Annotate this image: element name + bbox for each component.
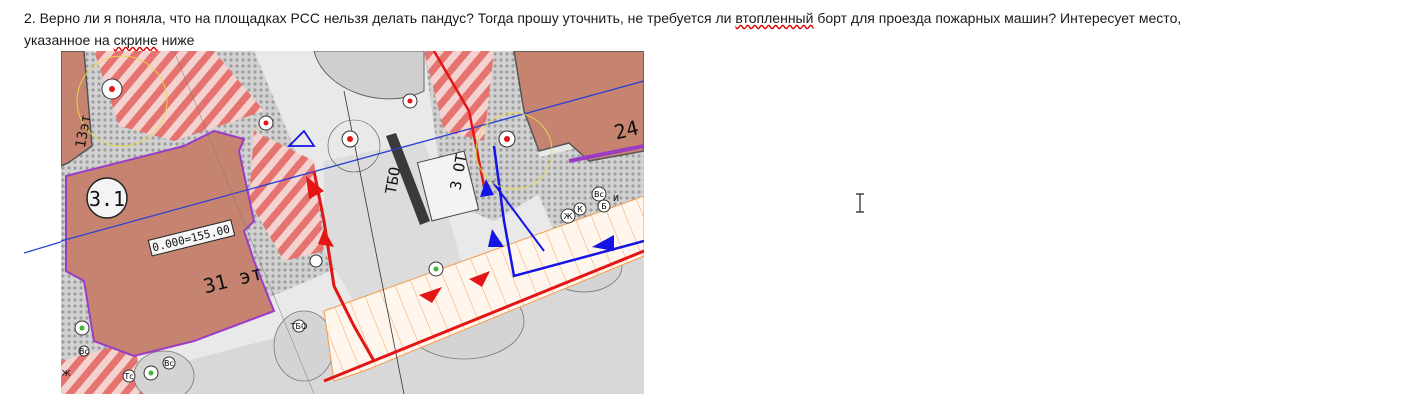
svg-text:Б: Б	[601, 202, 607, 211]
svg-text:Тс: Тс	[123, 372, 133, 381]
svg-text:Ж: Ж	[564, 212, 573, 221]
question-text-middle: борт для проезда пожарных машин? Интерес…	[813, 10, 1182, 26]
site-plan-screenshot: Вс Ж Б К Вс Тс ТБО Вс Ж И 3.1 0.000=155.…	[24, 51, 644, 394]
svg-text:И: И	[613, 194, 619, 203]
svg-text:3.1: 3.1	[89, 187, 125, 211]
blue-axis-line-outside	[24, 240, 65, 254]
svg-text:Вс: Вс	[594, 190, 604, 199]
misspelled-word[interactable]: втопленный	[735, 10, 813, 26]
question-text: 2. Верно ли я поняла, что на площадках Р…	[24, 7, 1384, 51]
svg-text:ТБО: ТБО	[290, 322, 308, 331]
text-cursor-icon	[856, 193, 864, 213]
question-text-line2-start: указанное на	[24, 32, 114, 48]
svg-text:Вс: Вс	[164, 359, 174, 368]
question-text-line2-end: ниже	[157, 32, 195, 48]
building-number-badge: 3.1	[86, 177, 128, 219]
svg-text:К: К	[577, 205, 583, 214]
svg-text:Ж: Ж	[62, 369, 71, 378]
question-text-start: 2. Верно ли я поняла, что на площадках Р…	[24, 10, 736, 26]
misspelled-word-2[interactable]: скрине	[114, 32, 158, 48]
svg-text:Вс: Вс	[79, 347, 89, 356]
